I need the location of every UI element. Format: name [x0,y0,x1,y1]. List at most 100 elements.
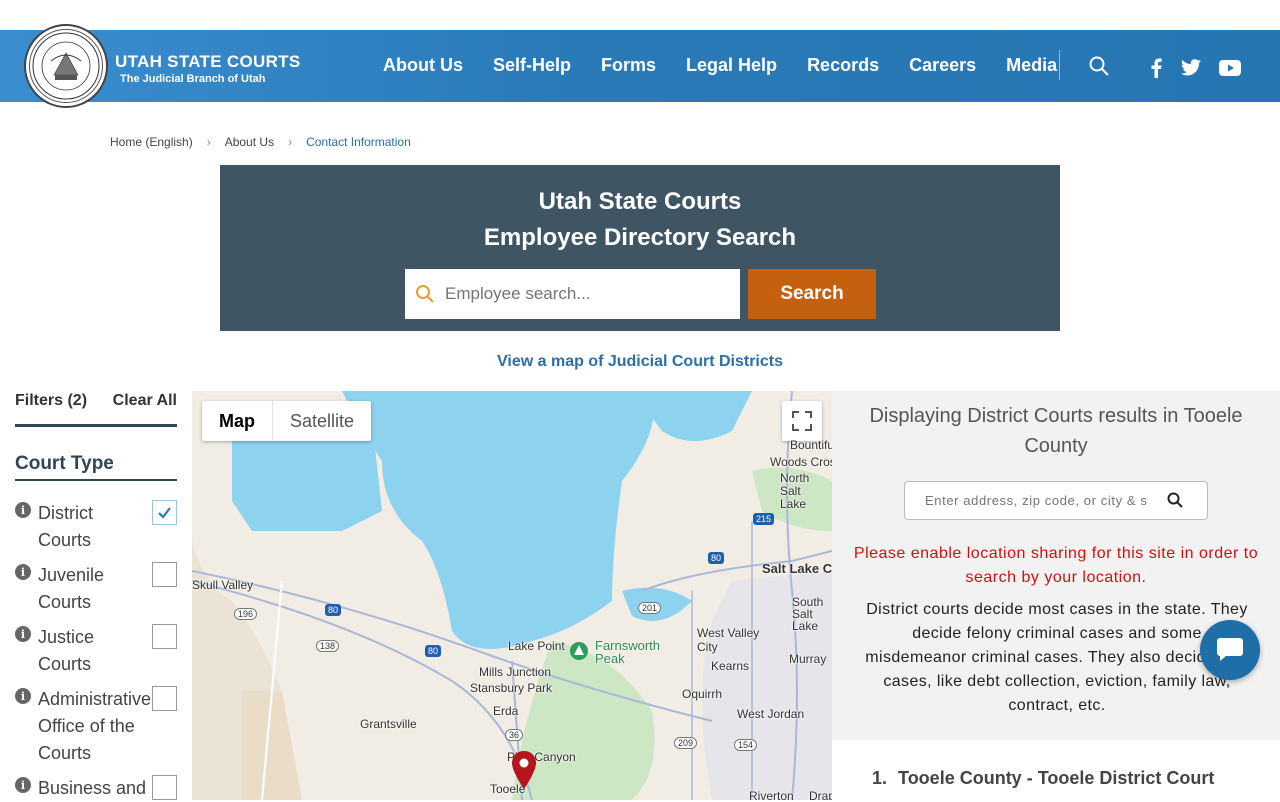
info-icon[interactable]: i [15,626,31,642]
nav-legal-help[interactable]: Legal Help [686,55,777,76]
breadcrumb: Home (English) › About Us › Contact Info… [110,135,411,149]
interstate-shield-icon: 215 [753,513,775,525]
nav-records[interactable]: Records [807,55,879,76]
map-label-farnsworth-peak: Farnsworth Peak [595,638,661,666]
filter-checkbox-juvenile[interactable] [152,562,177,587]
result-item-1[interactable]: 1. Tooele County - Tooele District Court [872,768,1214,789]
map-type-toggle: Map Satellite [202,401,372,441]
info-icon[interactable]: i [15,564,31,580]
chat-button[interactable] [1200,620,1260,680]
nav-forms[interactable]: Forms [601,55,656,76]
filter-label: Business and [38,778,147,798]
search-icon[interactable] [1089,56,1109,81]
address-search-input[interactable] [925,493,1147,508]
hero-title-line2: Employee Directory Search [483,224,797,251]
youtube-icon[interactable] [1219,60,1241,81]
map-label-kearns: Kearns [711,659,750,673]
chat-icon [1217,638,1243,661]
map-label-salt-lake: Salt Lake C [762,561,832,576]
employee-search-button[interactable]: Search [748,269,876,319]
map-label-west-jordan: West Jordan [737,707,805,721]
filter-juvenile-courts: i Juvenile Courts [15,562,177,616]
map-label-erda: Erda [493,704,519,718]
map-label-mills-junction: Mills Junction [479,665,552,679]
chevron-right-icon: › [288,135,293,149]
map-view-button[interactable]: Map [202,401,272,441]
route-shield-icon: 196 [234,608,258,620]
route-shield-icon: 36 [505,729,524,741]
filters-panel: Filters (2) Clear All Court Type [15,392,177,481]
filter-checkbox-business[interactable] [152,775,177,800]
park-icon [569,641,589,664]
chevron-right-icon: › [206,135,211,149]
result-number: 1. [872,768,888,788]
map-label-west-valley: West Valley City [697,626,760,654]
court-type-heading: Court Type [15,453,177,481]
route-shield-icon: 138 [316,640,340,652]
fullscreen-button[interactable] [782,401,822,441]
search-icon[interactable] [1167,492,1183,513]
filter-label: District Courts [38,503,93,550]
info-icon[interactable]: i [15,502,31,518]
satellite-view-button[interactable]: Satellite [272,401,371,441]
utah-courts-seal-logo[interactable] [24,24,108,108]
filters-header: Filters (2) Clear All [15,392,177,427]
nav-careers[interactable]: Careers [909,55,976,76]
fullscreen-icon [792,411,812,431]
results-title: Displaying District Courts results in To… [869,405,1243,457]
employee-search-field[interactable] [405,269,740,319]
filter-checkbox-district[interactable] [152,500,177,525]
route-shield-icon: 201 [638,602,662,614]
nav-media[interactable]: Media [1006,55,1057,76]
map-label-lake-point: Lake Point [508,639,565,653]
court-districts-map-link[interactable]: View a map of Judicial Court Districts [0,353,1280,371]
map-label-skull-valley: Skull Valley [192,578,254,592]
facebook-icon[interactable] [1150,58,1162,83]
map-label-grantsville: Grantsville [360,717,417,731]
map-label-north-salt-lake: North Salt Lake [780,471,810,511]
clear-all-button[interactable]: Clear All [113,392,177,410]
map-label-murray: Murray [789,652,827,666]
info-icon[interactable]: i [15,688,31,704]
brand[interactable]: UTAH STATE COURTS The Judicial Branch of… [115,52,300,85]
filters-title: Filters (2) [15,392,88,409]
header-divider [1059,50,1060,80]
route-shield-icon: 209 [674,737,698,749]
address-search-field[interactable] [904,481,1208,520]
nav-self-help[interactable]: Self-Help [493,55,571,76]
filter-checkbox-justice[interactable] [152,624,177,649]
breadcrumb-home[interactable]: Home (English) [110,135,193,149]
brand-subtitle: The Judicial Branch of Utah [120,73,266,85]
district-courts-description: District courts decide most cases in the… [865,601,1249,714]
info-icon[interactable]: i [15,777,31,793]
employee-directory-hero: Utah State Courts Employee Directory Sea… [220,165,1060,331]
map-label-stansbury-park: Stansbury Park [470,681,553,695]
breadcrumb-current: Contact Information [306,135,411,149]
filter-business: i Business and [15,775,177,802]
result-title: Tooele County - Tooele District Court [898,768,1215,788]
map-label-woods-cross: Woods Cross [770,455,832,469]
filter-administrative-office: i Administrative Office of the Courts [15,686,177,767]
map-label-bountiful: Bountiful [790,438,832,452]
nav-about-us[interactable]: About Us [383,55,463,76]
twitter-icon[interactable] [1181,59,1201,81]
filter-label: Justice Courts [38,627,95,674]
map-label-riverton: Riverton [749,789,794,800]
seal-graphic [32,32,100,100]
filter-label: Juvenile Courts [38,565,105,612]
employee-search-input[interactable] [445,284,725,304]
breadcrumb-about-us[interactable]: About Us [225,135,274,149]
filter-label: Administrative Office of the Courts [38,689,152,763]
location-pin-icon[interactable] [512,751,536,794]
route-shield-icon: 154 [734,739,758,751]
google-map[interactable]: Map Satellite Bountiful Woods Cross Nort… [192,391,832,800]
hero-title: Utah State Courts Employee Directory Sea… [220,184,1060,256]
filter-checkbox-admin[interactable] [152,686,177,711]
filter-district-courts: i District Courts [15,500,177,554]
checkmark-icon [158,507,171,519]
search-icon [415,284,435,309]
interstate-shield-icon: 80 [425,645,442,657]
map-label-draper: Drap [809,789,832,800]
seal-inner [29,29,103,103]
interstate-shield-icon: 80 [325,604,342,616]
